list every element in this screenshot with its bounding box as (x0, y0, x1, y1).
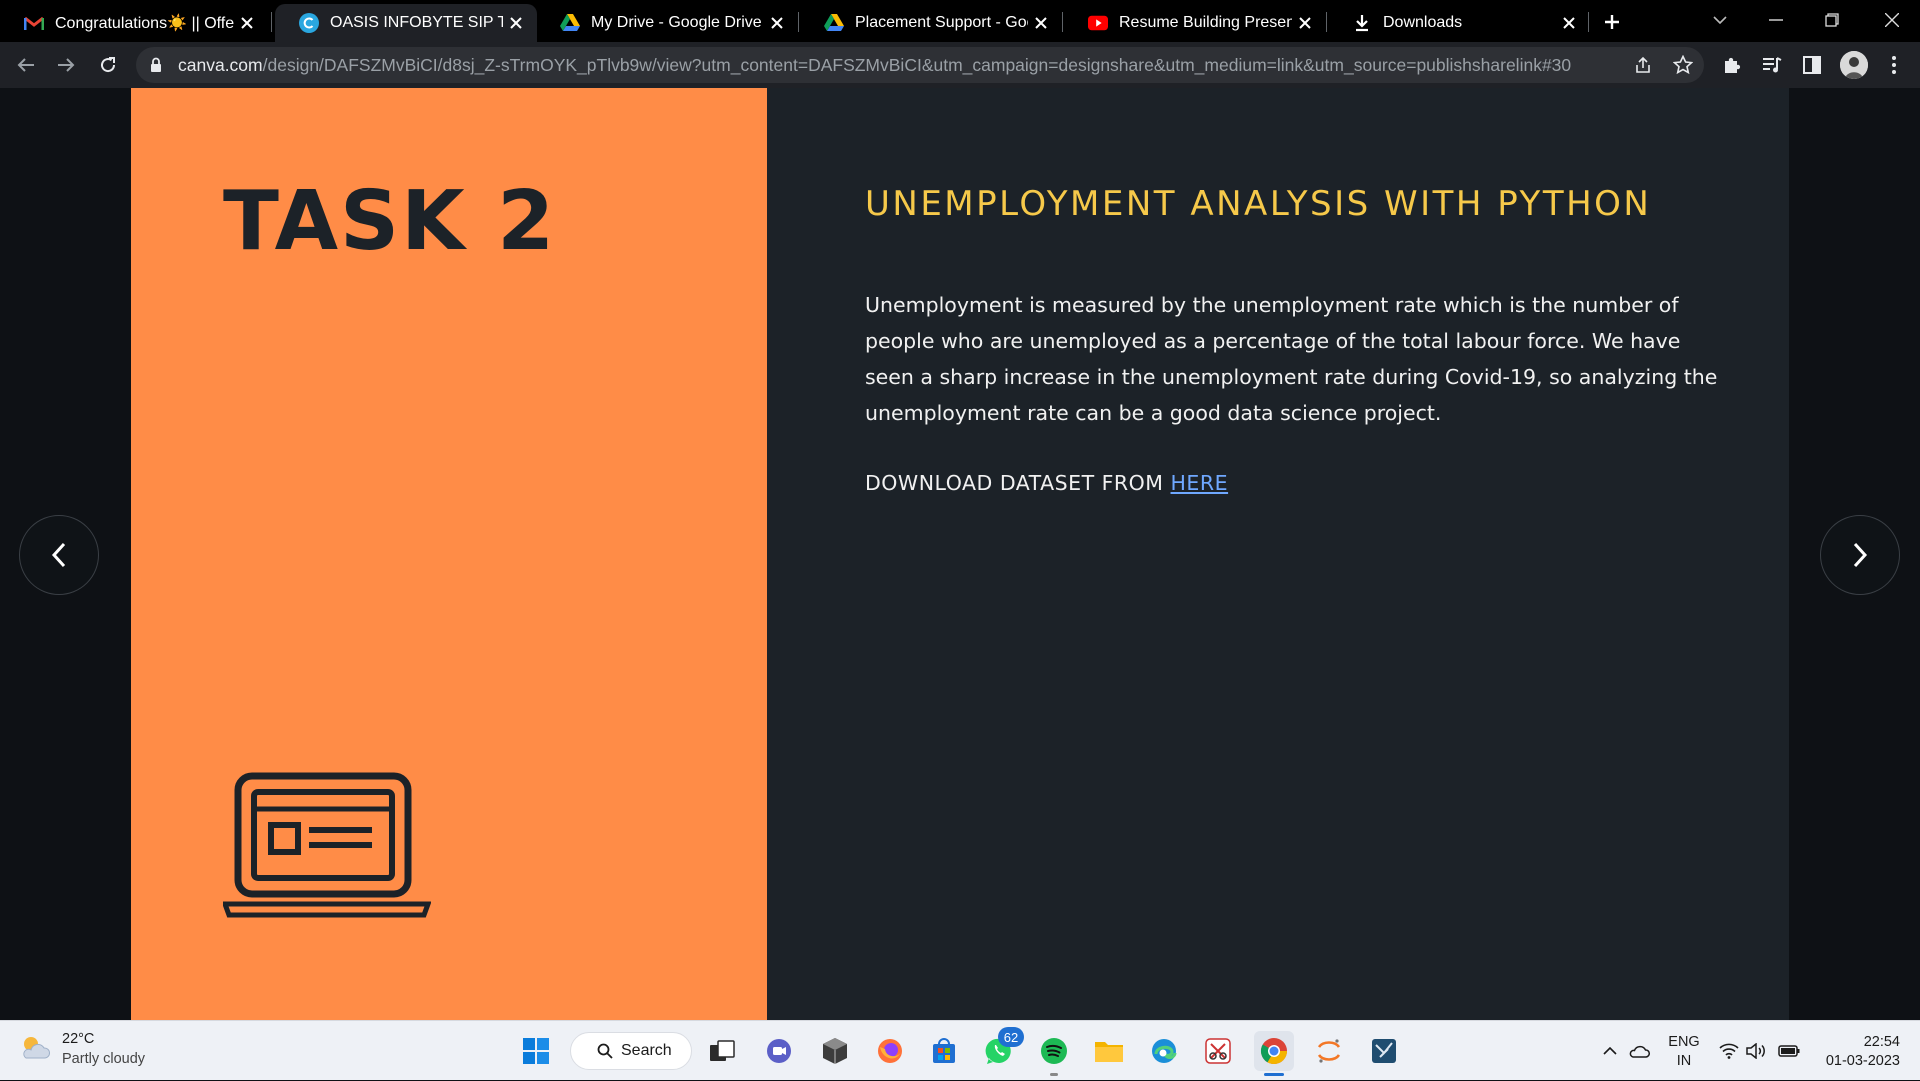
close-tab-icon[interactable] (1556, 10, 1582, 36)
gmail-icon (24, 13, 44, 33)
restore-button[interactable] (1804, 0, 1860, 40)
dataset-link[interactable]: HERE (1171, 471, 1229, 495)
browser-toolbar: canva.com/design/DAFSZMvBiCI/d8sj_Z-sTrm… (0, 42, 1920, 88)
weather-condition: Partly cloudy (62, 1051, 146, 1067)
close-tab-icon[interactable] (1292, 10, 1318, 36)
slide-left-panel: TASK 2 (131, 88, 767, 1020)
whatsapp-unread-badge: 62 (998, 1027, 1024, 1047)
forward-button[interactable] (50, 49, 82, 81)
next-slide-button[interactable] (1820, 515, 1900, 595)
lock-icon (150, 57, 162, 78)
google-drive-icon (560, 13, 580, 33)
microsoft-store-icon[interactable] (924, 1031, 964, 1071)
side-panel-icon[interactable] (1798, 51, 1826, 79)
close-tab-icon[interactable] (503, 10, 529, 36)
extensions-icon[interactable] (1718, 51, 1746, 79)
language-code: ENG (1668, 1034, 1700, 1050)
reload-button[interactable] (92, 49, 124, 81)
tab-title: Resume Building Presentati (1119, 14, 1292, 31)
tab-separator (271, 12, 272, 32)
tab-separator (1062, 12, 1063, 32)
profile-avatar[interactable] (1840, 51, 1868, 79)
show-hidden-icons[interactable] (1598, 1021, 1622, 1081)
close-tab-icon[interactable] (764, 10, 790, 36)
taskbar-search[interactable]: Search (570, 1032, 692, 1070)
minimize-button[interactable] (1748, 0, 1804, 40)
bookmark-star-icon[interactable] (1670, 52, 1696, 78)
tab-my-drive[interactable]: My Drive - Google Drive (536, 4, 798, 42)
new-tab-button[interactable] (1598, 8, 1626, 36)
download-prefix: DOWNLOAD DATASET FROM (865, 471, 1171, 495)
teams-chat-icon[interactable] (759, 1031, 799, 1071)
tab-title: OASIS INFOBYTE SIP TASK LI (330, 14, 503, 31)
tab-resume-building[interactable]: Resume Building Presentati (1064, 4, 1326, 42)
input-language[interactable]: ENG IN (1664, 1033, 1704, 1071)
url-text: canva.com/design/DAFSZMvBiCI/d8sj_Z-sTrm… (178, 47, 1598, 83)
tab-placement-support[interactable]: Placement Support - Googl (800, 4, 1062, 42)
spotify-icon[interactable] (1034, 1031, 1074, 1071)
close-tab-icon[interactable] (234, 10, 260, 36)
youtube-icon (1088, 13, 1108, 33)
close-tab-icon[interactable] (1028, 10, 1054, 36)
system-clock[interactable]: 22:54 01-03-2023 (1808, 1033, 1900, 1071)
clock-date: 01-03-2023 (1825, 1053, 1900, 1069)
laptop-icon (221, 772, 432, 923)
windows-start-icon[interactable] (516, 1031, 556, 1071)
slide-body-text: Unemployment is measured by the unemploy… (865, 293, 1718, 425)
slide: TASK 2 UNEMPLOYMENT ANALYSIS WITH PYTHON… (131, 88, 1789, 1020)
wifi-icon[interactable] (1716, 1021, 1742, 1081)
tab-title: Downloads (1383, 14, 1463, 31)
windows-taskbar: 22°C Partly cloudy Search 62 ENG IN 22:5… (0, 1020, 1920, 1080)
close-window-button[interactable] (1864, 0, 1920, 40)
onedrive-cloud-icon[interactable] (1626, 1021, 1652, 1081)
download-dataset-line: DOWNLOAD DATASET FROM HERE (865, 471, 1228, 495)
chrome-icon[interactable] (1254, 1031, 1294, 1071)
edge-icon[interactable] (1144, 1031, 1184, 1071)
task-view-icon[interactable] (702, 1031, 742, 1071)
app-cube-icon[interactable] (815, 1031, 855, 1071)
running-indicator (1050, 1073, 1058, 1076)
snipping-tool-icon[interactable] (1198, 1031, 1238, 1071)
canva-icon (299, 13, 319, 33)
tab-title: Placement Support - Googl (855, 14, 1028, 31)
back-button[interactable] (10, 49, 42, 81)
download-icon (1352, 13, 1372, 33)
file-explorer-icon[interactable] (1089, 1031, 1129, 1071)
google-drive-icon (824, 13, 844, 33)
slide-heading: UNEMPLOYMENT ANALYSIS WITH PYTHON (865, 184, 1652, 224)
volume-icon[interactable] (1744, 1021, 1770, 1081)
task-title: TASK 2 (223, 174, 557, 269)
tab-downloads[interactable]: Downloads (1328, 4, 1590, 42)
presentation-viewer: TASK 2 UNEMPLOYMENT ANALYSIS WITH PYTHON… (0, 88, 1920, 1020)
url-host: canva.com (178, 55, 263, 75)
mysql-workbench-icon[interactable] (1364, 1031, 1404, 1071)
firefox-icon[interactable] (870, 1031, 910, 1071)
more-menu-icon[interactable] (1880, 51, 1908, 79)
weather-widget[interactable]: 22°C Partly cloudy (18, 1029, 145, 1069)
media-control-icon[interactable] (1758, 51, 1786, 79)
previous-slide-button[interactable] (19, 515, 99, 595)
partly-cloudy-icon (18, 1032, 52, 1067)
search-icon (597, 1043, 613, 1059)
tab-separator (798, 12, 799, 32)
tab-separator (1588, 12, 1589, 32)
weather-temp: 22°C (62, 1031, 95, 1047)
address-bar[interactable]: canva.com/design/DAFSZMvBiCI/d8sj_Z-sTrm… (136, 47, 1704, 83)
search-label: Search (621, 1042, 672, 1059)
tab-title: My Drive - Google Drive (591, 14, 762, 31)
active-app-indicator (1264, 1073, 1284, 1076)
tab-title: Congratulations☀️ || Offer L (55, 15, 234, 32)
share-icon[interactable] (1630, 52, 1656, 78)
clock-time: 22:54 (1863, 1034, 1900, 1050)
browser-tab-strip: Congratulations☀️ || Offer L OASIS INFOB… (0, 0, 1920, 42)
region-code: IN (1676, 1053, 1692, 1069)
tab-separator (1326, 12, 1327, 32)
slide-right-panel: UNEMPLOYMENT ANALYSIS WITH PYTHON Unempl… (767, 88, 1789, 1020)
tab-search-button[interactable] (1692, 0, 1748, 40)
url-path: /design/DAFSZMvBiCI/d8sj_Z-sTrmOYK_pTlvb… (262, 55, 1572, 75)
tab-canva[interactable]: OASIS INFOBYTE SIP TASK LI (275, 4, 537, 42)
jupyter-icon[interactable] (1309, 1031, 1349, 1071)
battery-icon[interactable] (1776, 1021, 1802, 1081)
tab-gmail[interactable]: Congratulations☀️ || Offer L (0, 4, 268, 42)
